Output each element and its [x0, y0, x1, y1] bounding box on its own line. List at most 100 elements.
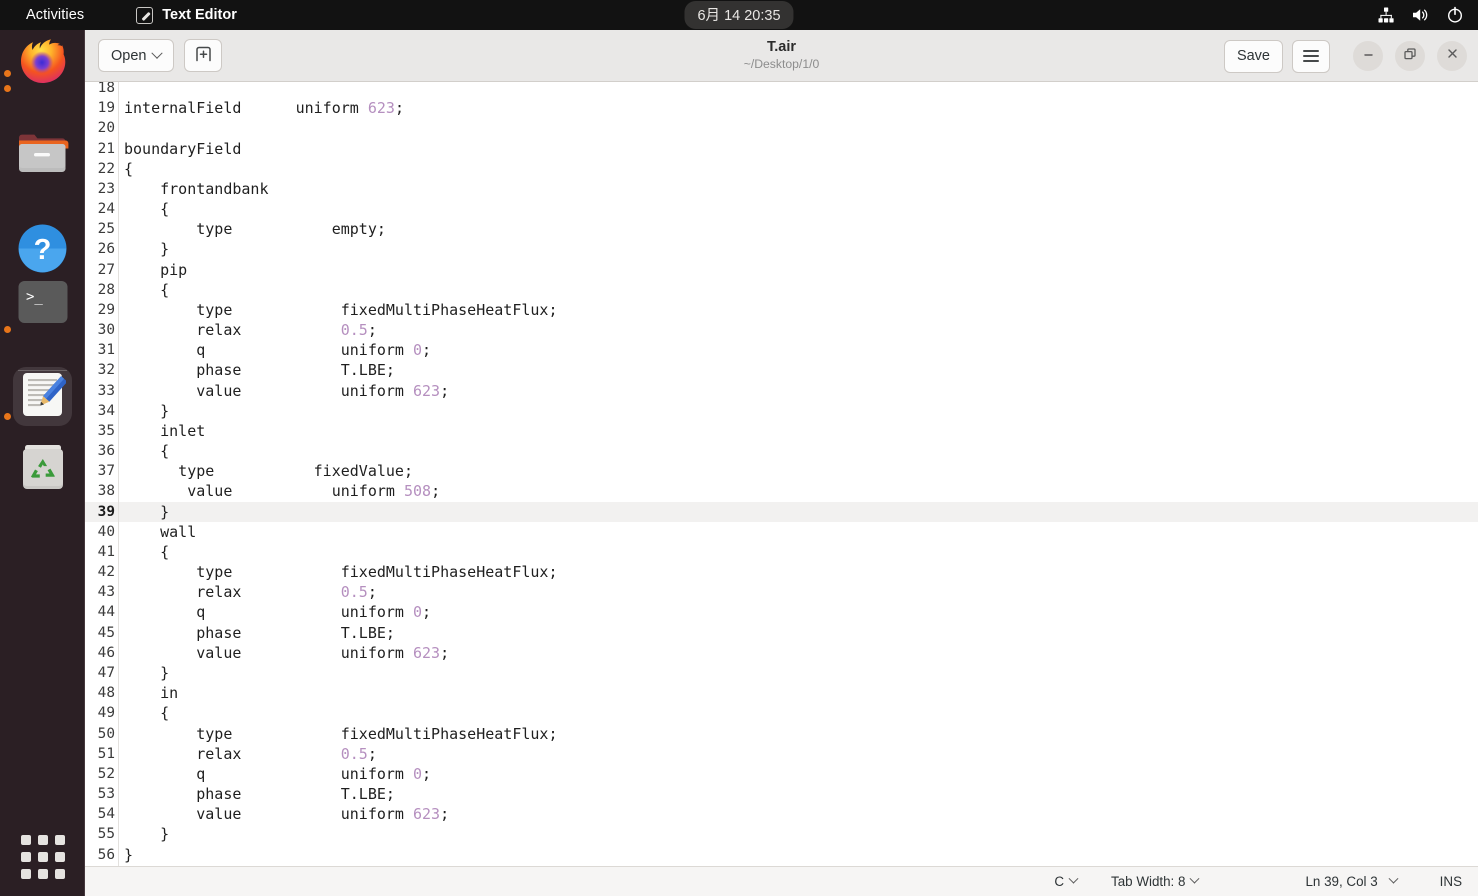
code-line-text[interactable]: phase T.LBE; — [118, 784, 1478, 804]
code-line-text[interactable]: q uniform 0; — [118, 602, 1478, 622]
code-line-text[interactable]: phase T.LBE; — [118, 360, 1478, 380]
code-line-text[interactable]: { — [118, 159, 1478, 179]
show-applications-button[interactable] — [13, 827, 72, 886]
code-line-text[interactable]: pip — [118, 260, 1478, 280]
code-line-text[interactable]: inlet — [118, 421, 1478, 441]
code-line[interactable]: 18 — [85, 82, 1478, 98]
code-line[interactable]: 46 value uniform 623; — [85, 643, 1478, 663]
app-menu-button[interactable]: Text Editor — [136, 6, 237, 24]
code-line-text[interactable]: phase T.LBE; — [118, 623, 1478, 643]
code-line[interactable]: 28 { — [85, 280, 1478, 300]
close-button[interactable] — [1437, 41, 1467, 71]
code-line[interactable]: 22 { — [85, 159, 1478, 179]
code-line-text[interactable]: { — [118, 280, 1478, 300]
code-line-text[interactable]: q uniform 0; — [118, 764, 1478, 784]
code-line[interactable]: 42 type fixedMultiPhaseHeatFlux; — [85, 562, 1478, 582]
code-line-text[interactable]: } — [118, 663, 1478, 683]
code-line[interactable]: 29 type fixedMultiPhaseHeatFlux; — [85, 300, 1478, 320]
main-menu-button[interactable] — [1292, 39, 1330, 73]
code-line[interactable]: 54 value uniform 623; — [85, 804, 1478, 824]
code-line[interactable]: 32 phase T.LBE; — [85, 360, 1478, 380]
code-line-text[interactable]: } — [118, 239, 1478, 259]
code-line[interactable]: 36 { — [85, 441, 1478, 461]
code-line[interactable]: 34 } — [85, 401, 1478, 421]
code-line-text[interactable]: } — [118, 401, 1478, 421]
code-line[interactable]: 27 pip — [85, 260, 1478, 280]
maximize-button[interactable] — [1395, 41, 1425, 71]
open-button[interactable]: Open — [98, 39, 175, 72]
language-selector[interactable]: C — [1054, 873, 1079, 889]
dock-item-files[interactable] — [13, 126, 72, 185]
code-line[interactable]: 33 value uniform 623; — [85, 381, 1478, 401]
code-line-text[interactable]: wall — [118, 522, 1478, 542]
code-line[interactable]: 19 internalField uniform 623; — [85, 98, 1478, 118]
minimize-button[interactable] — [1353, 41, 1383, 71]
network-icon[interactable] — [1377, 6, 1395, 24]
dock-item-trash[interactable] — [13, 440, 72, 499]
code-line[interactable]: 48 in — [85, 683, 1478, 703]
code-line[interactable]: 53 phase T.LBE; — [85, 784, 1478, 804]
code-line-text[interactable]: type fixedMultiPhaseHeatFlux; — [118, 300, 1478, 320]
code-line-text[interactable]: internalField uniform 623; — [118, 98, 1478, 118]
code-line[interactable]: 26 } — [85, 239, 1478, 259]
code-line-text[interactable]: } — [118, 845, 1478, 865]
code-line-text[interactable]: q uniform 0; — [118, 340, 1478, 360]
activities-button[interactable]: Activities — [18, 4, 92, 26]
code-line[interactable]: 35 inlet — [85, 421, 1478, 441]
code-line-text[interactable]: value uniform 623; — [118, 643, 1478, 663]
code-line[interactable]: 39 } — [85, 501, 1478, 522]
code-line-text[interactable] — [118, 118, 1478, 138]
code-line[interactable]: 49 { — [85, 703, 1478, 723]
code-line[interactable]: 40 wall — [85, 522, 1478, 542]
clock-button[interactable]: 6月 14 20:35 — [684, 1, 794, 29]
tab-width-selector[interactable]: Tab Width: 8 — [1111, 873, 1200, 889]
code-line-text[interactable]: } — [118, 824, 1478, 844]
dock-item-firefox[interactable] — [13, 33, 72, 92]
insert-mode-indicator[interactable]: INS — [1440, 874, 1462, 889]
code-line[interactable]: 24 { — [85, 199, 1478, 219]
code-line[interactable]: 23 frontandbank — [85, 179, 1478, 199]
code-line-text[interactable]: type fixedValue; — [118, 461, 1478, 481]
code-line[interactable]: 45 phase T.LBE; — [85, 623, 1478, 643]
code-line-text[interactable]: { — [118, 703, 1478, 723]
code-line-text[interactable] — [118, 82, 1478, 98]
code-line-text[interactable]: relax 0.5; — [118, 744, 1478, 764]
code-line[interactable]: 30 relax 0.5; — [85, 320, 1478, 340]
code-line-text[interactable]: value uniform 623; — [118, 804, 1478, 824]
code-line[interactable]: 52 q uniform 0; — [85, 764, 1478, 784]
dock-item-help[interactable]: ? — [13, 221, 72, 280]
code-line-text[interactable]: value uniform 623; — [118, 381, 1478, 401]
code-line[interactable]: 50 type fixedMultiPhaseHeatFlux; — [85, 724, 1478, 744]
volume-icon[interactable] — [1411, 6, 1430, 24]
power-icon[interactable] — [1446, 6, 1464, 24]
new-tab-button[interactable] — [184, 39, 223, 72]
save-button[interactable]: Save — [1223, 39, 1283, 73]
dock-item-terminal[interactable]: >_ — [13, 275, 72, 334]
code-line[interactable]: 31 q uniform 0; — [85, 340, 1478, 360]
code-line-text[interactable]: type fixedMultiPhaseHeatFlux; — [118, 562, 1478, 582]
code-line[interactable]: 44 q uniform 0; — [85, 602, 1478, 622]
code-line[interactable]: 47 } — [85, 663, 1478, 683]
code-line-text[interactable]: } — [118, 502, 1478, 522]
dock-item-text-editor[interactable] — [13, 367, 72, 426]
code-line[interactable]: 25 type empty; — [85, 219, 1478, 239]
code-line-text[interactable]: { — [118, 441, 1478, 461]
code-lines-container[interactable]: 18 19 internalField uniform 623; 20 21 bounda… — [85, 82, 1478, 865]
code-line-text[interactable]: frontandbank — [118, 179, 1478, 199]
code-line[interactable]: 41 { — [85, 542, 1478, 562]
code-line-text[interactable]: value uniform 508; — [118, 481, 1478, 501]
code-line-text[interactable]: relax 0.5; — [118, 582, 1478, 602]
code-line-text[interactable]: type fixedMultiPhaseHeatFlux; — [118, 724, 1478, 744]
code-line[interactable]: 21 boundaryField — [85, 139, 1478, 159]
code-line-text[interactable]: { — [118, 542, 1478, 562]
code-line[interactable]: 38 value uniform 508; — [85, 481, 1478, 501]
code-line-text[interactable]: boundaryField — [118, 139, 1478, 159]
code-line[interactable]: 56} — [85, 845, 1478, 865]
code-line-text[interactable]: type empty; — [118, 219, 1478, 239]
code-line-text[interactable]: relax 0.5; — [118, 320, 1478, 340]
code-editor[interactable]: 18 19 internalField uniform 623; 20 21 bounda… — [85, 82, 1478, 866]
code-line[interactable]: 37 type fixedValue; — [85, 461, 1478, 481]
code-line-text[interactable]: in — [118, 683, 1478, 703]
goto-line-button[interactable] — [1388, 873, 1399, 885]
system-status-area[interactable] — [1377, 0, 1464, 30]
